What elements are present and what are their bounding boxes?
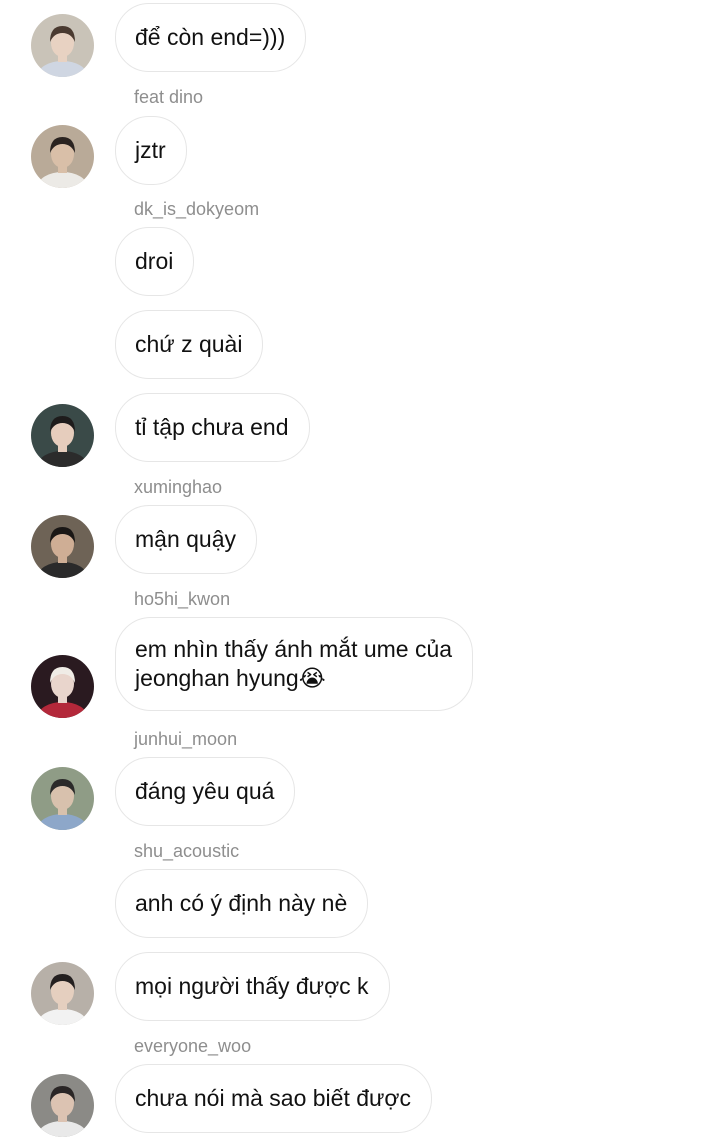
avatar[interactable] [31,767,94,830]
avatar-photo-icon [31,767,94,830]
message-bubble[interactable]: em nhìn thấy ánh mắt ume của jeonghan hy… [115,617,474,711]
avatar[interactable] [31,125,94,188]
avatar[interactable] [31,14,94,77]
avatar[interactable] [31,1074,94,1137]
message-bubble[interactable]: mận quậy [115,505,258,574]
sender-name[interactable]: everyone_woo [134,1035,251,1057]
message-bubble[interactable]: chưa nói mà sao biết được [115,1064,433,1133]
sender-name[interactable]: feat dino [134,86,203,108]
message-line: jeonghan hyung😭 [135,665,326,691]
message-bubble[interactable]: để còn end=))) [115,3,307,72]
message-bubble[interactable]: đáng yêu quá [115,757,296,826]
avatar[interactable] [31,655,94,718]
avatar-photo-icon [31,14,94,77]
avatar[interactable] [31,404,94,467]
message-bubble[interactable]: droi [115,227,195,296]
sender-name[interactable]: dk_is_dokyeom [134,198,259,220]
message-bubble[interactable]: anh có ý định này nè [115,869,369,938]
avatar-photo-icon [31,1074,94,1137]
message-bubble[interactable]: chứ z quài [115,310,264,379]
message-bubble[interactable]: jztr [115,116,187,185]
message-bubble[interactable]: mọi người thấy được k [115,952,390,1021]
avatar-photo-icon [31,515,94,578]
avatar[interactable] [31,515,94,578]
avatar[interactable] [31,962,94,1025]
avatar-photo-icon [31,655,94,718]
avatar-photo-icon [31,404,94,467]
avatar-photo-icon [31,125,94,188]
sender-name[interactable]: ho5hi_kwon [134,588,230,610]
sender-name[interactable]: shu_acoustic [134,840,239,862]
chat-thread: để còn end=))) feat dino jztr dk_is_doky… [0,0,720,1139]
sender-name[interactable]: junhui_moon [134,728,237,750]
avatar-photo-icon [31,962,94,1025]
sender-name[interactable]: xuminghao [134,476,222,498]
message-line: em nhìn thấy ánh mắt ume của [135,636,453,662]
message-bubble[interactable]: tỉ tập chưa end [115,393,310,462]
